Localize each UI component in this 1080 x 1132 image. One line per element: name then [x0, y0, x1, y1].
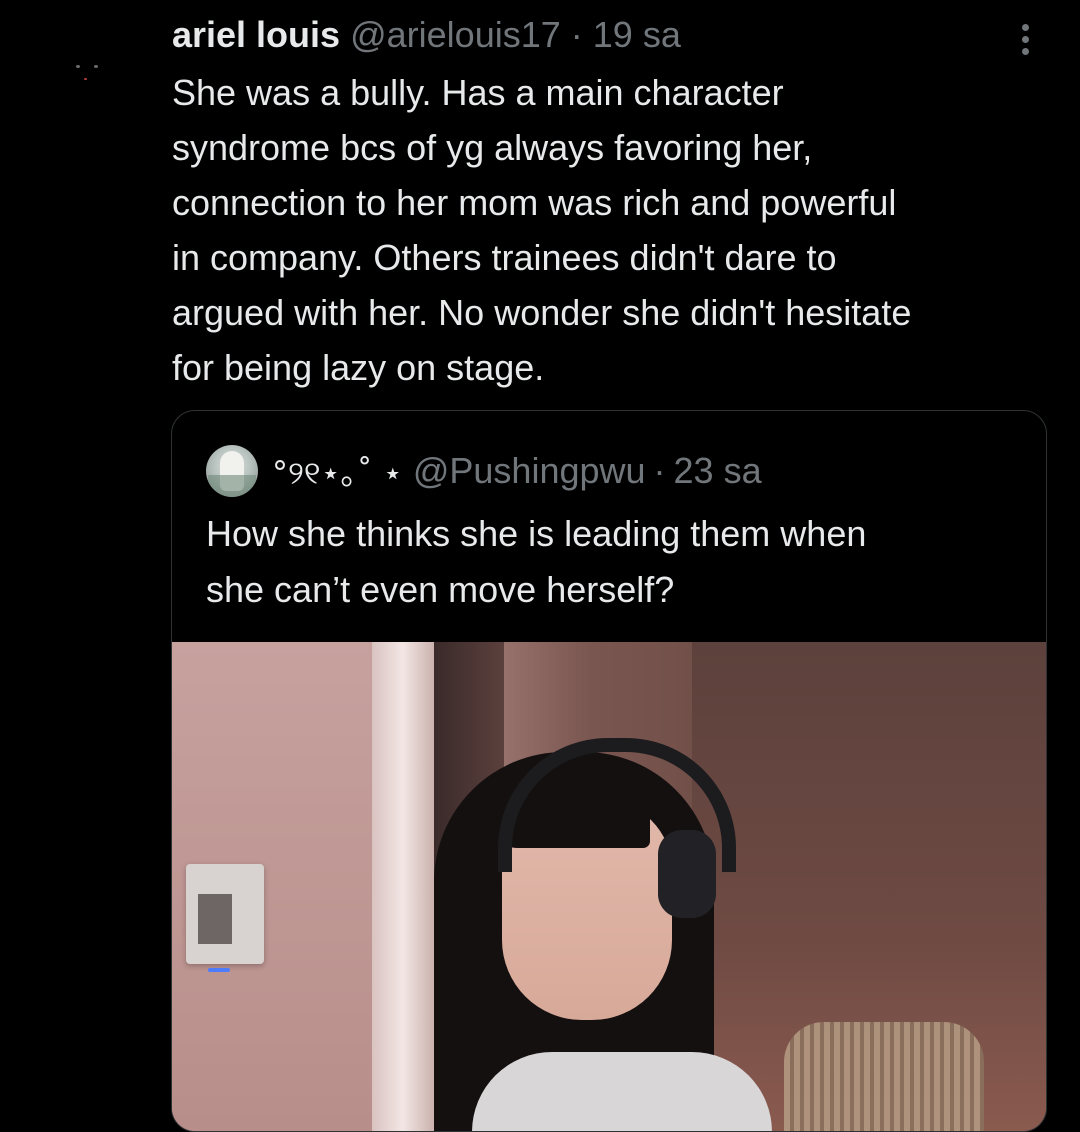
tweet-header: ariel louis @arielouis17 · 19 sa [172, 12, 681, 58]
more-vertical-icon-dot-2 [1021, 35, 1029, 43]
reply-tweet[interactable]: ariel louis @arielouis17 · 19 sa She was… [0, 0, 1080, 1132]
quoted-tweet-text: How she thinks she is leading them when … [206, 506, 1026, 618]
quoted-author-name[interactable]: °୨୧⋆｡˚ ⋆ [272, 448, 403, 494]
more-vertical-icon-dot-3 [1021, 47, 1029, 55]
more-options-button[interactable] [1008, 16, 1042, 62]
tweet-text-line: connection to her mom was rich and power… [172, 182, 897, 223]
tweet-text-line: argued with her. No wonder she didn't he… [172, 292, 912, 333]
author-name[interactable]: ariel louis [172, 14, 340, 55]
quoted-tweet-video[interactable] [172, 642, 1046, 1131]
avatar-eye-left [76, 65, 80, 68]
media-person-shirt [472, 1052, 772, 1131]
quoted-author-handle[interactable]: @Pushingpwu [413, 450, 646, 492]
headphone-cup [658, 830, 716, 918]
quoted-text-line: she can’t even move herself? [206, 569, 675, 610]
more-vertical-icon-dot-1 [1021, 23, 1029, 31]
tweet-text: She was a bully. Has a main character sy… [172, 65, 1052, 395]
avatar-foliage [208, 475, 256, 497]
media-chair [784, 1022, 984, 1131]
tweet-timestamp[interactable]: 19 sa [593, 14, 681, 55]
quoted-tweet-card[interactable]: °୨୧⋆｡˚ ⋆ @Pushingpwu · 23 sa How she thi… [171, 410, 1047, 1132]
tweet-text-line: syndrome bcs of yg always favoring her, [172, 127, 813, 168]
author-avatar[interactable] [60, 48, 110, 98]
author-handle[interactable]: @arielouis17 [350, 14, 561, 55]
quoted-tweet-timestamp[interactable]: 23 sa [674, 450, 762, 492]
media-switch-light [208, 968, 230, 972]
avatar-eye-right [94, 65, 98, 68]
media-pillar [372, 642, 434, 1131]
quoted-meta-separator: · [653, 450, 666, 491]
tweet-text-line: She was a bully. Has a main character [172, 72, 784, 113]
tweet-text-line: for being lazy on stage. [172, 347, 545, 388]
tweet-text-line: in company. Others trainees didn't dare … [172, 237, 837, 278]
avatar-mouth [84, 78, 87, 80]
media-switch-button [198, 894, 232, 944]
meta-separator: · [570, 14, 583, 55]
quoted-author-avatar[interactable] [206, 445, 258, 497]
quoted-tweet-header: °୨୧⋆｡˚ ⋆ @Pushingpwu · 23 sa [206, 445, 762, 497]
quoted-text-line: How she thinks she is leading them when [206, 513, 867, 554]
